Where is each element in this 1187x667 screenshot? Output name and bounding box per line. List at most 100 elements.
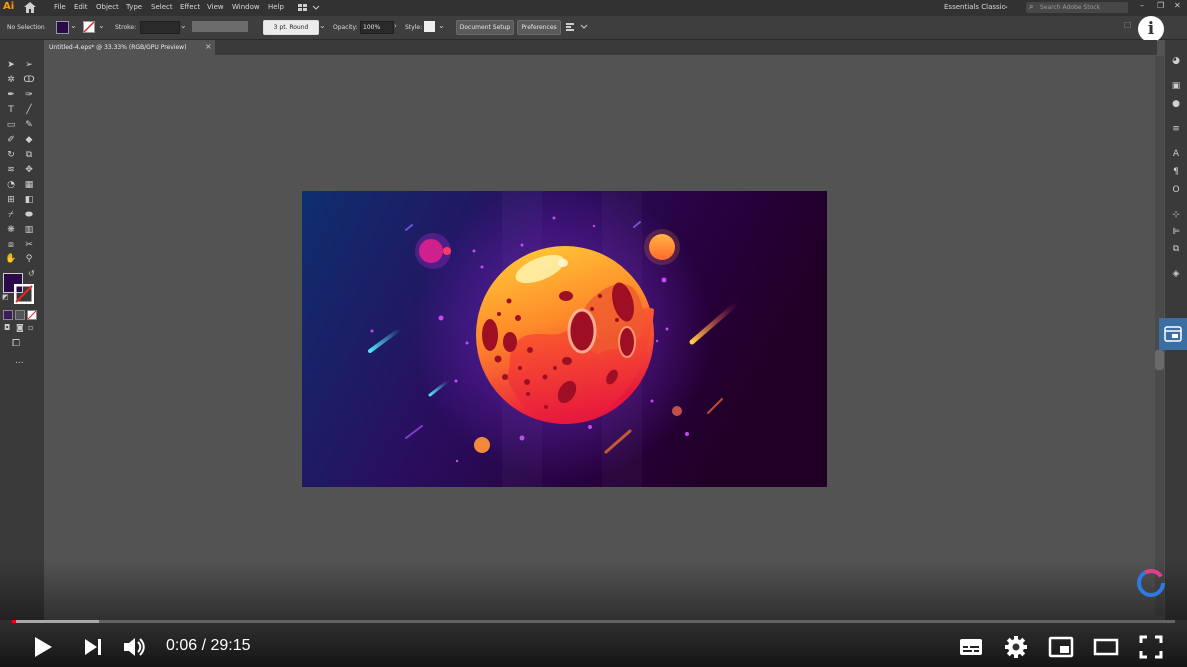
- scale-tool-icon[interactable]: ⧉: [23, 149, 35, 161]
- puppet-warp-tool-icon[interactable]: ✥: [23, 164, 35, 176]
- document-tab[interactable]: Untitled-4.eps* @ 33.33% (RGB/GPU Previe…: [45, 40, 215, 55]
- settings-gear-icon[interactable]: [1003, 634, 1029, 660]
- shaper-tool-icon[interactable]: ✐: [5, 134, 17, 146]
- pen-tool-icon[interactable]: ✒: [5, 89, 17, 101]
- warp-tool-icon[interactable]: ≋: [5, 164, 17, 176]
- color-mode-icon[interactable]: [3, 310, 13, 320]
- menu-help[interactable]: Help: [268, 3, 284, 11]
- home-icon[interactable]: [24, 2, 36, 13]
- stroke-weight-input[interactable]: [140, 21, 180, 34]
- opacity-input[interactable]: 100%: [360, 21, 394, 34]
- direct-selection-tool-icon[interactable]: ➢: [23, 59, 35, 71]
- opentype-panel-icon[interactable]: O: [1169, 183, 1183, 197]
- fill-color-swatch[interactable]: [56, 21, 69, 34]
- menu-effect[interactable]: Effect: [180, 3, 200, 11]
- close-icon[interactable]: ✕: [1174, 1, 1181, 10]
- shape-builder-tool-icon[interactable]: ◔: [5, 179, 17, 191]
- chevron-down-icon[interactable]: ⌄: [180, 21, 187, 30]
- perspective-grid-tool-icon[interactable]: ▦: [23, 179, 35, 191]
- pathfinder-panel-icon[interactable]: ⧉: [1169, 242, 1183, 256]
- chevron-down-icon[interactable]: ⌄: [319, 21, 326, 30]
- edit-toolbar-icon[interactable]: ...: [15, 356, 24, 366]
- draw-normal-icon[interactable]: ◘: [4, 323, 10, 332]
- paintbrush-tool-icon[interactable]: ✎: [23, 119, 35, 131]
- workspace-switcher[interactable]: Essentials Classic: [944, 3, 1005, 11]
- menu-edit[interactable]: Edit: [74, 3, 88, 11]
- properties-panel-icon[interactable]: ◕: [1169, 54, 1183, 68]
- lasso-tool-icon[interactable]: ↀ: [23, 74, 35, 86]
- close-tab-icon[interactable]: ×: [205, 42, 212, 51]
- symbol-sprayer-tool-icon[interactable]: ❋: [5, 224, 17, 236]
- swap-colors-icon[interactable]: ↺: [28, 269, 35, 278]
- hand-tool-icon[interactable]: ✋: [5, 253, 17, 265]
- align-panel-icon[interactable]: ⊫: [1169, 225, 1183, 239]
- chevron-down-icon[interactable]: ⌄: [70, 21, 77, 30]
- layers-panel-icon[interactable]: ◈: [1169, 267, 1183, 281]
- stroke-panel-icon[interactable]: ≡: [1169, 122, 1183, 136]
- none-mode-icon[interactable]: [27, 310, 37, 320]
- search-input[interactable]: ⌕ Search Adobe Stock: [1026, 2, 1128, 13]
- rotate-tool-icon[interactable]: ↻: [5, 149, 17, 161]
- menu-window[interactable]: Window: [232, 3, 260, 11]
- chevron-down-icon[interactable]: ⌄: [98, 21, 105, 30]
- color-guide-icon[interactable]: ●: [1169, 97, 1183, 111]
- chevron-down-icon[interactable]: ⌄: [438, 21, 445, 30]
- menu-select[interactable]: Select: [151, 3, 173, 11]
- subtitles-icon[interactable]: [958, 634, 984, 660]
- info-button[interactable]: i: [1138, 16, 1164, 42]
- artboard[interactable]: [302, 191, 827, 487]
- slice-tool-icon[interactable]: ✂: [23, 239, 35, 251]
- draw-inside-icon[interactable]: ▫: [28, 323, 33, 332]
- draw-behind-icon[interactable]: ◙: [16, 323, 24, 332]
- menu-object[interactable]: Object: [96, 3, 119, 11]
- line-tool-icon[interactable]: ╱: [23, 104, 35, 116]
- magic-wand-tool-icon[interactable]: ✲: [5, 74, 17, 86]
- type-tool-icon[interactable]: T: [5, 104, 17, 116]
- eyedropper-tool-icon[interactable]: ⌿: [5, 209, 17, 221]
- eraser-tool-icon[interactable]: ◆: [23, 134, 35, 146]
- brush-definition[interactable]: 3 pt. Round: [263, 20, 319, 35]
- mesh-tool-icon[interactable]: ⊞: [5, 194, 17, 206]
- play-icon[interactable]: [30, 634, 56, 660]
- fullscreen-icon[interactable]: [1138, 634, 1164, 660]
- paragraph-panel-icon[interactable]: ¶: [1169, 165, 1183, 179]
- screen-mode-icon[interactable]: ⧠: [12, 338, 20, 349]
- curvature-tool-icon[interactable]: ✑: [23, 89, 35, 101]
- graphic-style-swatch[interactable]: [424, 21, 435, 32]
- preferences-button[interactable]: Preferences: [517, 20, 561, 35]
- theater-mode-icon[interactable]: [1093, 634, 1119, 660]
- color-panel-icon[interactable]: ▣: [1169, 79, 1183, 93]
- align-options-icon[interactable]: [566, 22, 588, 32]
- illustrator-logo: Ai: [3, 1, 15, 12]
- chevron-down-icon[interactable]: ⌄: [1003, 2, 1009, 10]
- menu-type[interactable]: Type: [126, 3, 142, 11]
- gradient-tool-icon[interactable]: ◧: [23, 194, 35, 206]
- rectangle-tool-icon[interactable]: ▭: [5, 119, 17, 131]
- stroke-none-swatch[interactable]: [83, 21, 95, 33]
- scrollbar-thumb[interactable]: [1155, 350, 1164, 370]
- menu-file[interactable]: File: [54, 3, 66, 11]
- transform-panel-icon[interactable]: ⊹: [1169, 208, 1183, 222]
- column-graph-tool-icon[interactable]: ▥: [23, 224, 35, 236]
- zoom-tool-icon[interactable]: ⚲: [23, 253, 35, 265]
- collapse-panels-button[interactable]: [1159, 318, 1187, 350]
- variable-width-profile[interactable]: [192, 21, 248, 32]
- panel-menu-icon[interactable]: ☐: [1124, 21, 1131, 30]
- stroke-color-box[interactable]: [14, 284, 34, 304]
- selection-tool-icon[interactable]: ➤: [5, 59, 17, 71]
- next-video-icon[interactable]: [80, 634, 106, 660]
- miniplayer-icon[interactable]: [1048, 634, 1074, 660]
- volume-icon[interactable]: [121, 634, 147, 660]
- progress-bar[interactable]: [12, 620, 1175, 623]
- chevron-right-icon[interactable]: ›: [394, 22, 397, 30]
- blend-tool-icon[interactable]: ⬬: [23, 209, 35, 221]
- arrange-documents-icon[interactable]: [298, 3, 320, 13]
- minimize-icon[interactable]: –: [1140, 1, 1144, 10]
- document-setup-button[interactable]: Document Setup: [456, 20, 514, 35]
- restore-icon[interactable]: ❐: [1157, 1, 1164, 10]
- default-colors-icon[interactable]: ◩: [2, 293, 9, 301]
- artboard-tool-icon[interactable]: ⧈: [5, 239, 17, 251]
- menu-view[interactable]: View: [207, 3, 224, 11]
- gradient-mode-icon[interactable]: [15, 310, 25, 320]
- character-panel-icon[interactable]: A: [1169, 147, 1183, 161]
